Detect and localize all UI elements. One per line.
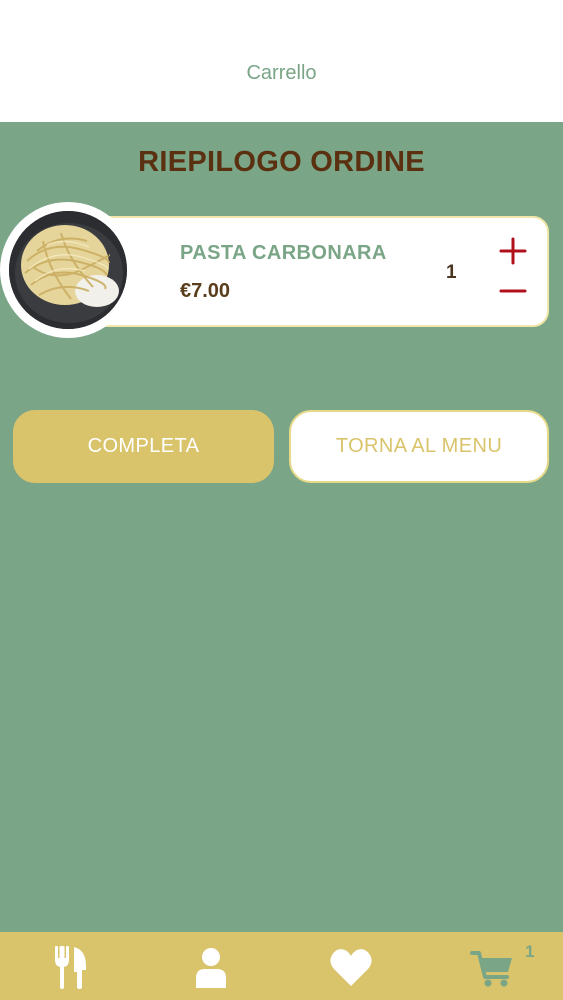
tab-favorites[interactable] <box>328 944 374 990</box>
tab-menu[interactable] <box>48 944 94 990</box>
pasta-carbonara-image <box>9 211 127 329</box>
fork-knife-icon <box>55 946 86 989</box>
bottom-tab-bar: 1 <box>0 932 563 1000</box>
tab-profile[interactable] <box>188 944 234 990</box>
complete-order-button[interactable]: COMPLETA <box>13 410 274 483</box>
item-name: PASTA CARBONARA <box>180 242 387 264</box>
back-to-menu-button[interactable]: TORNA AL MENU <box>289 410 549 483</box>
tab-cart[interactable] <box>470 944 516 990</box>
cart-item-card: PASTA CARBONARA €7.00 1 <box>92 216 549 327</box>
app-header: Carrello <box>0 0 563 122</box>
plus-icon <box>499 237 527 265</box>
increase-quantity-button[interactable] <box>498 236 528 266</box>
order-summary-title: RIEPILOGO ORDINE <box>138 146 425 178</box>
decrease-quantity-button[interactable] <box>498 276 528 306</box>
page-title: Carrello <box>246 62 317 84</box>
cart-icon <box>470 951 512 987</box>
pasta-photo-icon <box>9 211 127 329</box>
cart-count-badge: 1 <box>525 942 535 961</box>
minus-icon <box>499 289 527 293</box>
item-image-frame <box>0 202 136 338</box>
item-quantity: 1 <box>446 262 457 283</box>
heart-icon <box>330 949 372 986</box>
user-icon <box>196 948 226 988</box>
cart-content: RIEPILOGO ORDINE PASTA CARBONARA €7.00 1… <box>0 122 563 932</box>
item-price: €7.00 <box>180 280 231 302</box>
